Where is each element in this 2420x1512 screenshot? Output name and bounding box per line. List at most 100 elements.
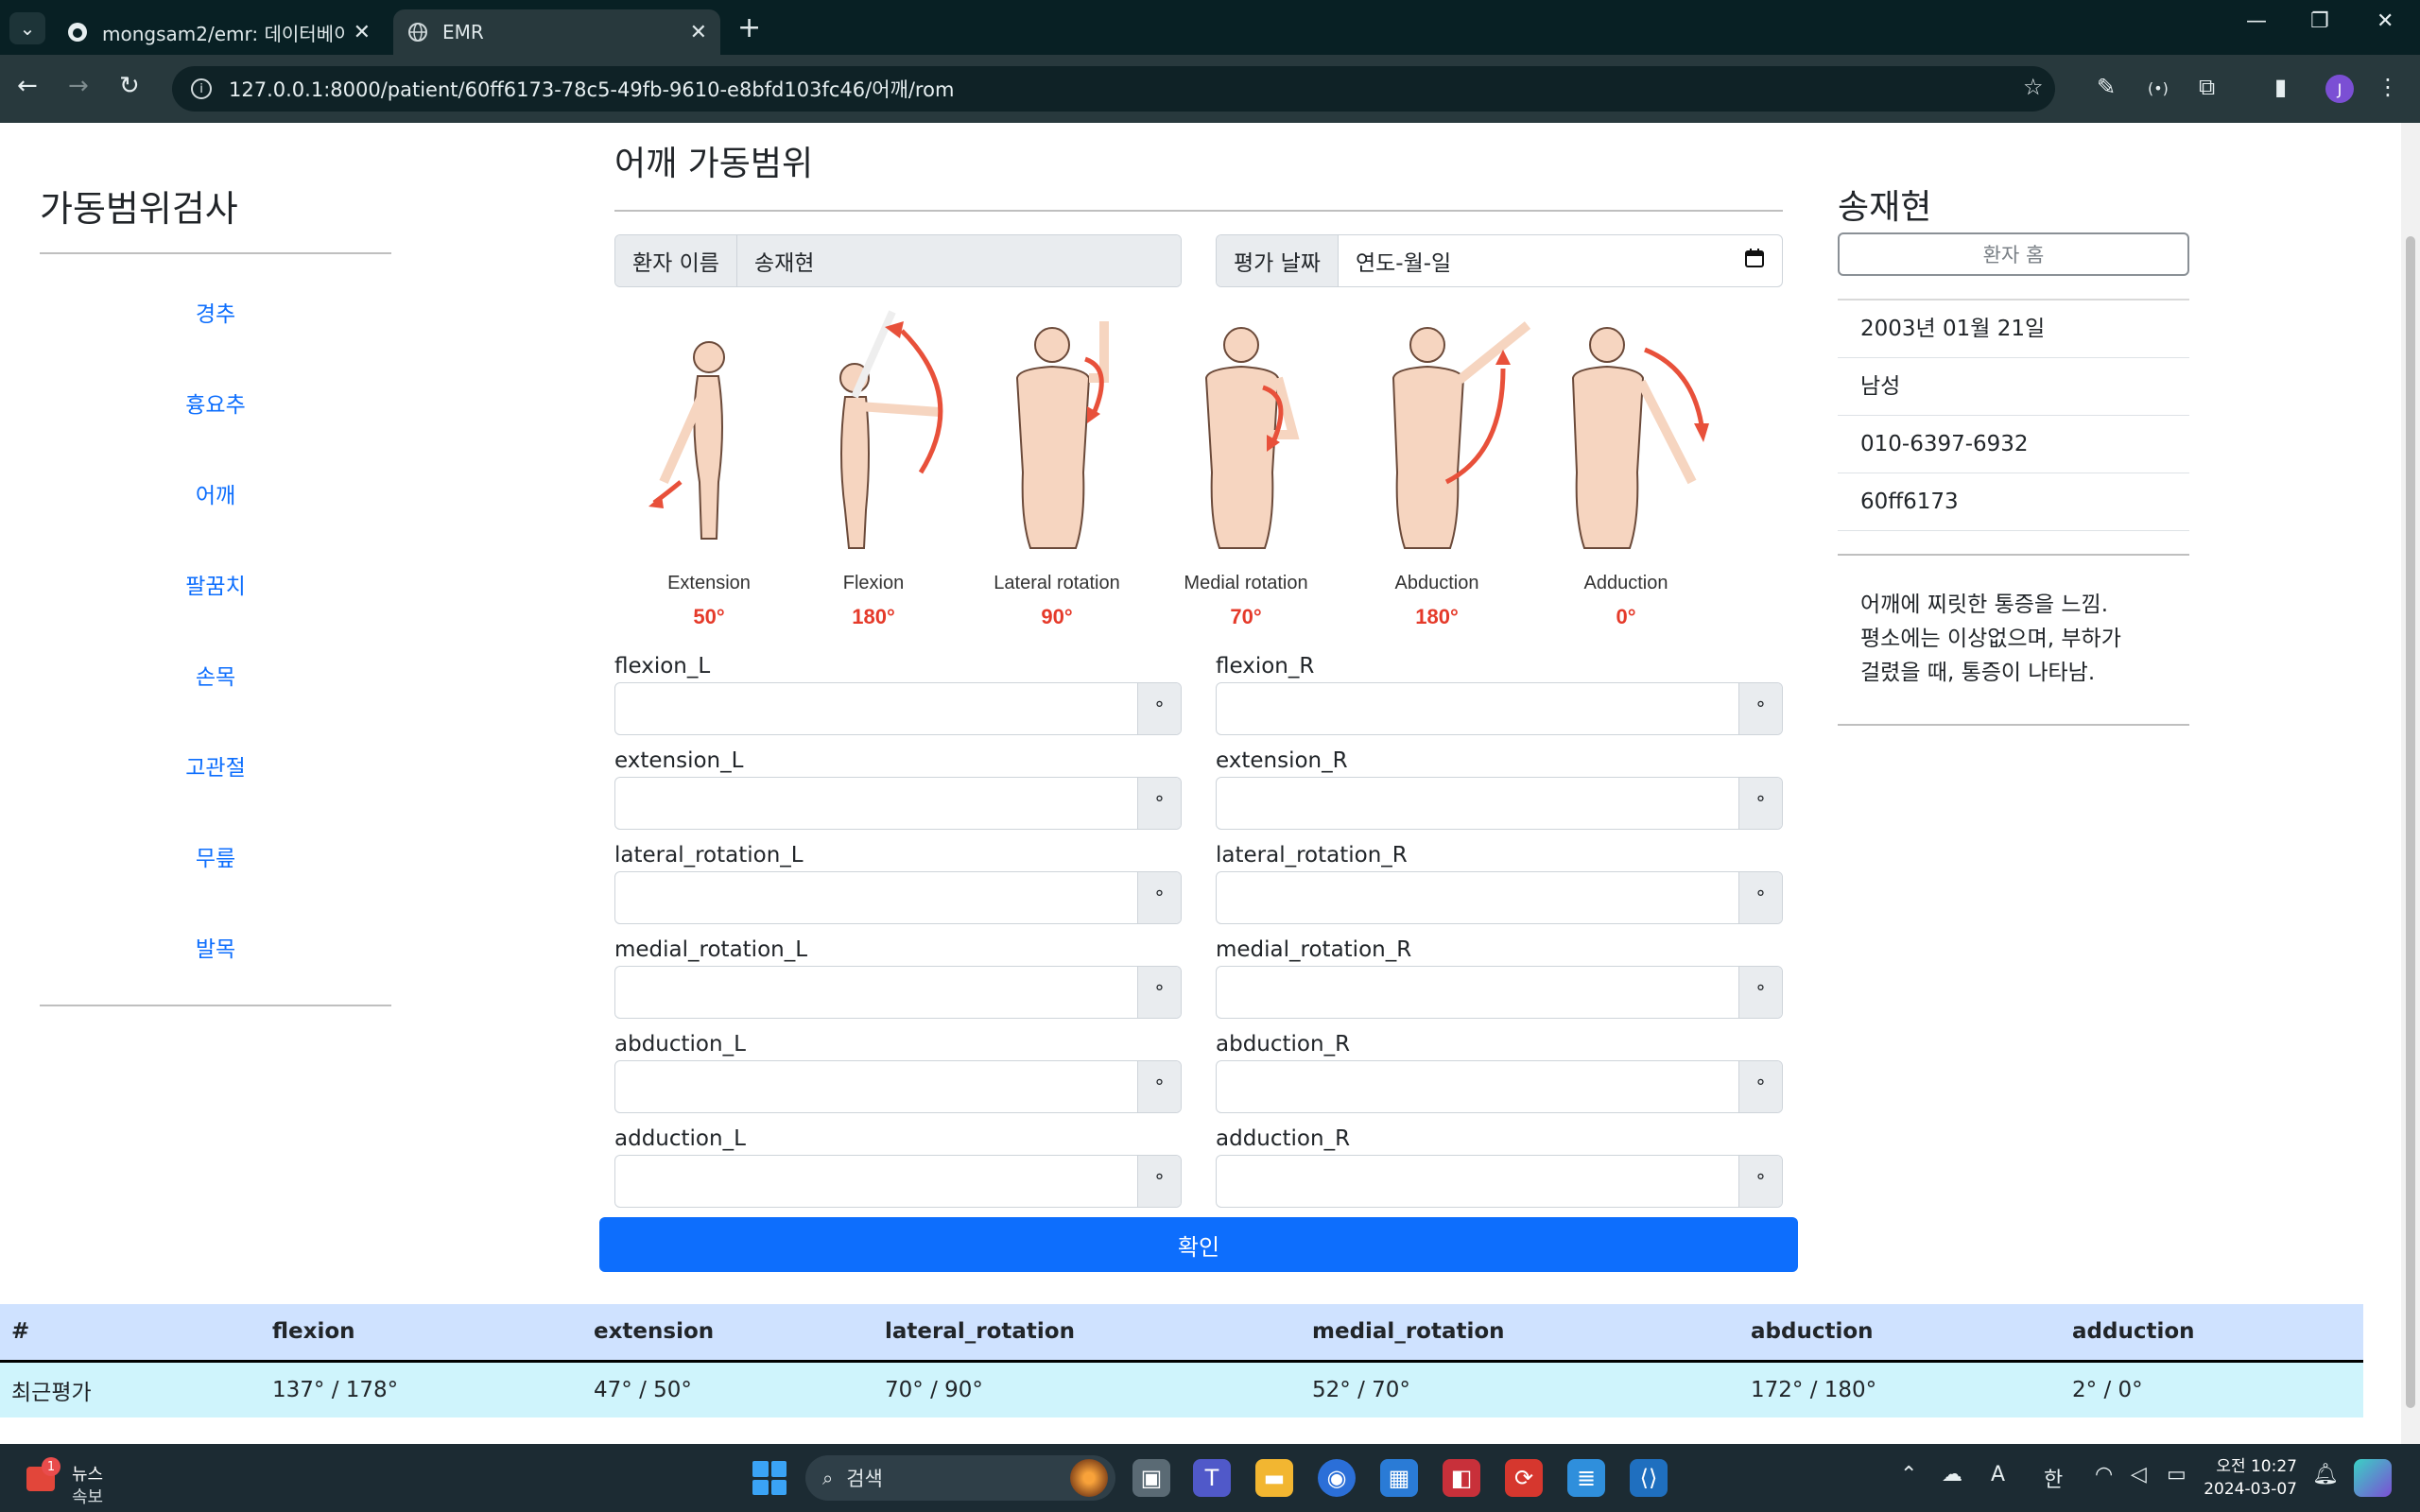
medial-rotation-l-input[interactable] — [615, 967, 1137, 1018]
tab-close-icon[interactable]: ✕ — [354, 21, 371, 44]
taskbar-clock[interactable]: 오전 10:27 2024-03-07 — [2203, 1455, 2297, 1501]
scrollbar-thumb[interactable] — [2406, 236, 2415, 1408]
figure-label: Medial rotation — [1184, 573, 1308, 593]
wifi-icon[interactable]: ◠ — [2095, 1463, 2113, 1486]
file-explorer-icon[interactable]: ▬ — [1255, 1459, 1293, 1497]
extension-r-field: extension_R ° — [1216, 745, 1783, 830]
abduction-r-field: abduction_R ° — [1216, 1028, 1783, 1113]
forward-icon[interactable]: → — [68, 72, 89, 100]
tab-github[interactable]: mongsam2/emr: 데이터베이스 ✕ — [53, 9, 384, 55]
extension-r-input[interactable] — [1217, 778, 1738, 829]
lateral-rotation-r-input[interactable] — [1217, 872, 1738, 923]
site-info-icon[interactable]: i — [191, 78, 212, 99]
task-view-icon[interactable]: ▣ — [1132, 1459, 1170, 1497]
submit-button[interactable]: 확인 — [599, 1217, 1798, 1272]
patient-home-button[interactable]: 환자 홈 — [1838, 232, 2189, 276]
back-icon[interactable]: ← — [17, 72, 38, 100]
flexion-r-input[interactable] — [1217, 683, 1738, 734]
notepad-icon[interactable]: ≣ — [1567, 1459, 1605, 1497]
sidebar-item-elbow[interactable]: 팔꿈치 — [40, 541, 391, 632]
field-label: lateral_rotation_L — [614, 843, 804, 868]
reload-icon[interactable]: ↻ — [119, 72, 140, 100]
calendar-icon[interactable] — [1744, 248, 1765, 274]
adduction-r-input[interactable] — [1217, 1156, 1738, 1207]
degree-unit: ° — [1137, 778, 1181, 829]
field-label: extension_L — [614, 748, 744, 773]
flexion-r-field: flexion_R ° — [1216, 650, 1783, 735]
field-label: medial_rotation_L — [614, 937, 808, 962]
table-header: lateral_rotation — [873, 1304, 1301, 1363]
copilot-icon[interactable] — [2354, 1459, 2392, 1497]
chrome-icon[interactable]: ◉ — [1318, 1459, 1356, 1497]
table-header: extension — [582, 1304, 873, 1363]
patient-info-list: 2003년 01월 21일 남성 010-6397-6932 60ff6173 — [1838, 299, 2189, 531]
notification-bell-icon[interactable]: 🔔︎ — [2312, 1463, 2339, 1486]
onedrive-icon[interactable]: ☁ — [1942, 1463, 1962, 1486]
field-label: lateral_rotation_R — [1216, 843, 1408, 868]
tab-search-chevron-icon[interactable]: ⌄ — [9, 12, 45, 44]
menu-kebab-icon[interactable]: ⋮ — [2377, 74, 2399, 100]
extension-media-icon[interactable]: (•) — [2148, 79, 2169, 97]
sidebar-item-wrist[interactable]: 손목 — [40, 632, 391, 723]
shoulder-rom-illustration: Extension 50° Flexion 180° Lateral rotat… — [614, 293, 1783, 650]
abduction-l-input[interactable] — [615, 1061, 1137, 1112]
app-icon[interactable]: ◧ — [1443, 1459, 1480, 1497]
address-bar[interactable]: i 127.0.0.1:8000/patient/60ff6173-78c5-4… — [172, 66, 2055, 112]
globe-icon — [406, 21, 429, 43]
sidebar-item-cervical[interactable]: 경추 — [40, 269, 391, 360]
degree-unit: ° — [1738, 1061, 1782, 1112]
page-scrollbar[interactable] — [2401, 123, 2420, 1444]
tab-emr[interactable]: EMR ✕ — [393, 9, 720, 55]
taskbar-search-label: 검색 — [846, 1468, 883, 1490]
store-icon[interactable]: ▦ — [1380, 1459, 1418, 1497]
sidebar-item-thoracolumbar[interactable]: 흉요추 — [40, 360, 391, 451]
windows-start-icon[interactable] — [752, 1461, 786, 1495]
browser-toolbar: ← → ↻ i 127.0.0.1:8000/patient/60ff6173-… — [0, 55, 2420, 123]
figure-degree: 90° — [1041, 605, 1073, 628]
taskbar-search[interactable]: ⌕ 검색 — [805, 1455, 1115, 1501]
extension-l-input[interactable] — [615, 778, 1137, 829]
extension-figure: Extension 50° — [614, 293, 804, 650]
sidebar-item-knee[interactable]: 무릎 — [40, 814, 391, 904]
minimize-icon[interactable]: — — [2246, 9, 2267, 33]
volume-icon[interactable]: ◁ — [2131, 1463, 2147, 1486]
evaluation-date-input[interactable]: 연도-월-일 — [1339, 235, 1782, 286]
abduction-r-input[interactable] — [1217, 1061, 1738, 1112]
lateral-rotation-l-input[interactable] — [615, 872, 1137, 923]
patient-memo: 어깨에 찌릿한 통증을 느낌. 평소에는 이상없으며, 부하가 걸렸을 때, 통… — [1838, 554, 2189, 726]
sidebar-item-hip[interactable]: 고관절 — [40, 723, 391, 814]
sync-app-icon[interactable]: ⟳ — [1505, 1459, 1543, 1497]
table-header: abduction — [1739, 1304, 2061, 1363]
sidebar-item-shoulder[interactable]: 어깨 — [40, 451, 391, 541]
restore-icon[interactable]: ❐ — [2310, 9, 2329, 33]
patient-gender: 남성 — [1838, 358, 2189, 416]
news-subtitle: 속보 — [72, 1487, 104, 1507]
ime-mode-indicator[interactable]: A — [1991, 1463, 2005, 1486]
battery-icon[interactable]: ▭ — [2167, 1463, 2187, 1486]
pen-icon[interactable]: ✎ — [2097, 74, 2116, 100]
abduction-figure: Abduction 180° — [1342, 293, 1531, 650]
figure-degree: 70° — [1230, 605, 1262, 628]
tray-overflow-icon[interactable]: ⌃ — [1900, 1463, 1917, 1486]
sidebar-item-ankle[interactable]: 발목 — [40, 904, 391, 995]
medial-rotation-r-input[interactable] — [1217, 967, 1738, 1018]
bookmark-star-icon[interactable]: ☆ — [2023, 74, 2044, 100]
teams-icon[interactable]: T — [1193, 1459, 1231, 1497]
adduction-l-input[interactable] — [615, 1156, 1137, 1207]
patient-id: 60ff6173 — [1838, 473, 2189, 531]
vscode-icon[interactable]: ⟨⟩ — [1630, 1459, 1668, 1497]
extensions-puzzle-icon[interactable]: ⧉ — [2199, 74, 2215, 100]
ime-language-indicator[interactable]: 한 — [2044, 1463, 2063, 1493]
degree-unit: ° — [1738, 778, 1782, 829]
new-tab-icon[interactable]: + — [737, 11, 761, 44]
patient-name-group: 환자 이름 송재현 — [614, 234, 1182, 287]
figure-label: Adduction — [1583, 573, 1668, 593]
flexion-l-input[interactable] — [615, 683, 1137, 734]
degree-unit: ° — [1738, 1156, 1782, 1207]
close-window-icon[interactable]: ✕ — [2377, 9, 2394, 33]
clock-date: 2024-03-07 — [2204, 1480, 2297, 1499]
side-panel-icon[interactable]: ▮ — [2274, 74, 2287, 100]
tab-close-icon[interactable]: ✕ — [690, 21, 707, 44]
profile-avatar[interactable]: J — [2325, 75, 2354, 103]
figure-label: Lateral rotation — [994, 573, 1120, 593]
